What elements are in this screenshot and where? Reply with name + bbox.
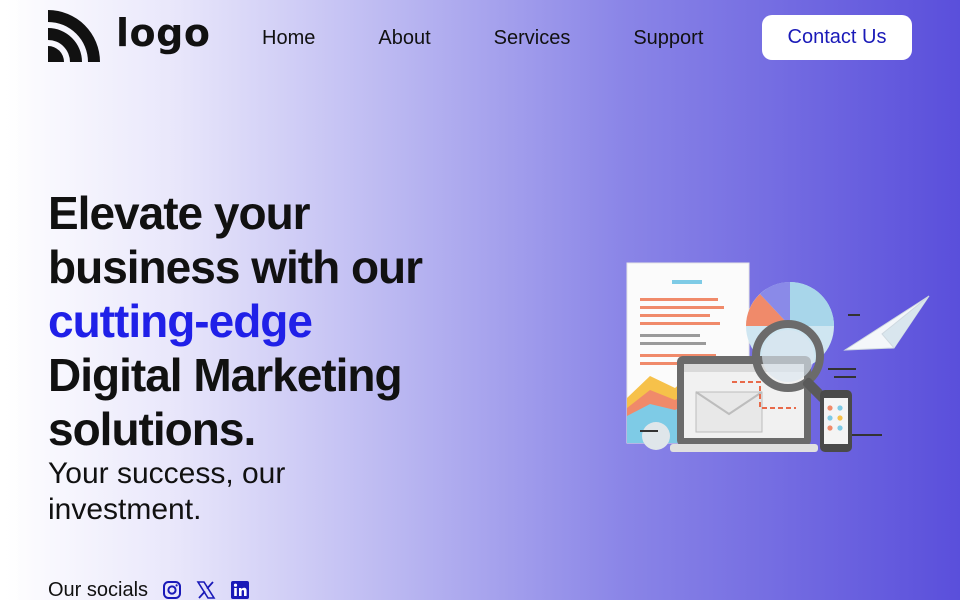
x-icon[interactable]	[196, 580, 216, 600]
linkedin-icon[interactable]	[230, 580, 250, 600]
nav-support[interactable]: Support	[633, 26, 703, 50]
nav-about[interactable]: About	[378, 26, 430, 50]
logo[interactable]: logo	[48, 10, 210, 62]
contact-us-button[interactable]: Contact Us	[762, 15, 912, 60]
hero-title-line: business with our	[48, 241, 423, 293]
instagram-icon[interactable]	[162, 580, 182, 600]
hero-title-accent: cutting-edge	[48, 295, 313, 347]
socials-label: Our socials	[48, 578, 149, 600]
nav-home[interactable]: Home	[262, 26, 315, 50]
hero-title: Elevate your business with our cutting-e…	[48, 186, 468, 456]
hero-title-line: Digital Marketing	[48, 349, 403, 401]
logo-text: logo	[116, 11, 211, 55]
hero-title-line: Elevate your	[48, 187, 311, 239]
logo-mark-icon	[48, 10, 100, 62]
nav-services[interactable]: Services	[494, 26, 571, 50]
left-fade	[0, 0, 24, 600]
socials: Our socials	[48, 576, 264, 600]
hero-title-line: solutions.	[48, 403, 256, 455]
main-nav: Home About Services Support	[262, 26, 703, 50]
digital-marketing-illustration	[626, 262, 930, 452]
hero-subtitle: Your success, our investment.	[48, 457, 286, 526]
page: logo Home About Services Support Contact…	[0, 0, 960, 600]
